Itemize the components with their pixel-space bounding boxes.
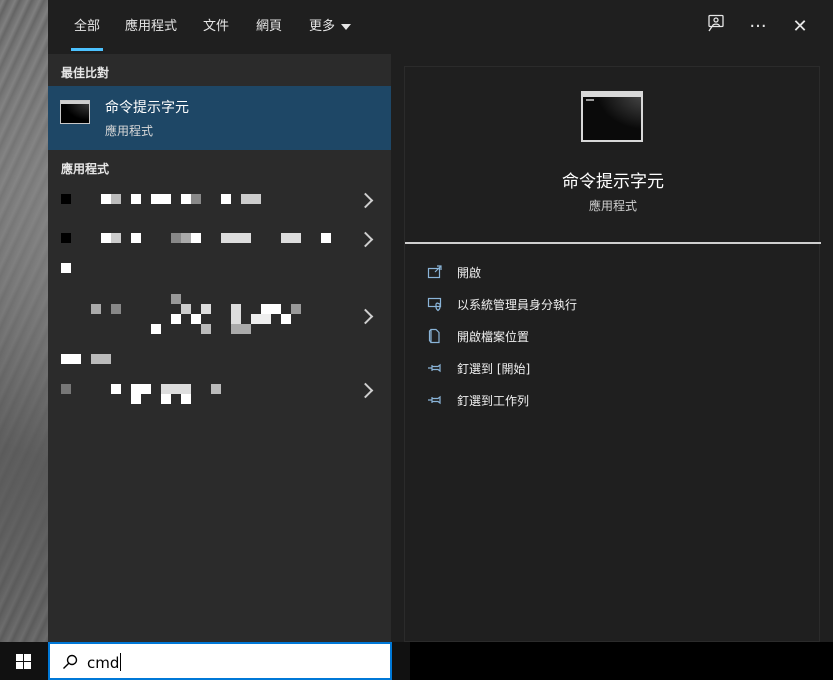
action-label: 以系統管理員身分執行 xyxy=(457,298,578,312)
list-item[interactable] xyxy=(48,180,391,220)
taskbar: cmd xyxy=(0,642,833,680)
apps-header: 應用程式 xyxy=(61,162,110,176)
action-label: 釘選到 [開始] xyxy=(457,362,531,376)
close-icon[interactable]: ✕ xyxy=(784,12,816,42)
best-match-header: 最佳比對 xyxy=(61,66,110,80)
tab-apps[interactable]: 應用程式 xyxy=(111,0,191,54)
command-prompt-icon xyxy=(581,91,643,142)
tab-web[interactable]: 網頁 xyxy=(242,0,296,54)
search-icon xyxy=(63,654,78,669)
tab-label: 更多 xyxy=(309,19,336,34)
tab-documents[interactable]: 文件 xyxy=(189,0,243,54)
more-options-icon[interactable]: ··· xyxy=(742,12,774,42)
detail-subtitle: 應用程式 xyxy=(588,199,637,213)
chevron-down-icon xyxy=(341,23,352,30)
detail-title: 命令提示字元 xyxy=(562,172,664,192)
pin-icon xyxy=(428,363,441,373)
tab-all[interactable]: 全部 xyxy=(60,0,114,54)
pin-icon xyxy=(428,395,441,405)
file-location-icon xyxy=(428,328,440,344)
action-label: 釘選到工作列 xyxy=(457,394,530,408)
results-list: 最佳比對 命令提示字元 應用程式 應用程式 xyxy=(48,54,391,642)
list-item[interactable] xyxy=(48,374,391,414)
search-value: cmd xyxy=(87,654,120,672)
open-icon xyxy=(427,265,442,279)
list-item[interactable] xyxy=(48,290,391,350)
chevron-right-icon[interactable] xyxy=(357,192,374,209)
best-match-item[interactable]: 命令提示字元 應用程式 xyxy=(48,86,391,150)
detail-pane: 命令提示字元 應用程式 開啟 以系統管理員身分執行 開啟檔案位置 釘選到 [開始… xyxy=(404,66,821,642)
feedback-icon[interactable] xyxy=(700,12,732,42)
list-item[interactable] xyxy=(48,219,391,273)
best-match-subtitle: 應用程式 xyxy=(105,124,154,138)
more-glyph: ··· xyxy=(749,16,767,37)
chevron-right-icon[interactable] xyxy=(357,231,374,248)
tab-label: 文件 xyxy=(203,19,230,34)
search-input[interactable]: cmd xyxy=(48,642,392,680)
search-panel: 全部 應用程式 文件 網頁 更多 ··· ✕ 最佳比對 命令提示字元 應用程式 … xyxy=(48,0,833,642)
tab-label: 應用程式 xyxy=(125,19,178,34)
divider xyxy=(405,242,821,244)
tab-more[interactable]: 更多 xyxy=(295,0,365,54)
text-cursor xyxy=(120,653,122,671)
command-prompt-icon xyxy=(60,100,90,124)
start-button[interactable] xyxy=(0,642,48,680)
taskbar-area xyxy=(410,642,833,680)
chevron-right-icon[interactable] xyxy=(357,308,374,325)
shield-admin-icon xyxy=(427,297,442,312)
tab-label: 網頁 xyxy=(256,19,283,34)
close-glyph: ✕ xyxy=(792,16,808,37)
action-label: 開啟檔案位置 xyxy=(457,330,530,344)
search-scope-tabs: 全部 應用程式 文件 網頁 更多 ··· ✕ xyxy=(48,0,833,54)
action-label: 開啟 xyxy=(457,266,482,280)
tab-label: 全部 xyxy=(74,19,101,34)
best-match-title: 命令提示字元 xyxy=(105,100,189,116)
chevron-right-icon[interactable] xyxy=(357,382,374,399)
